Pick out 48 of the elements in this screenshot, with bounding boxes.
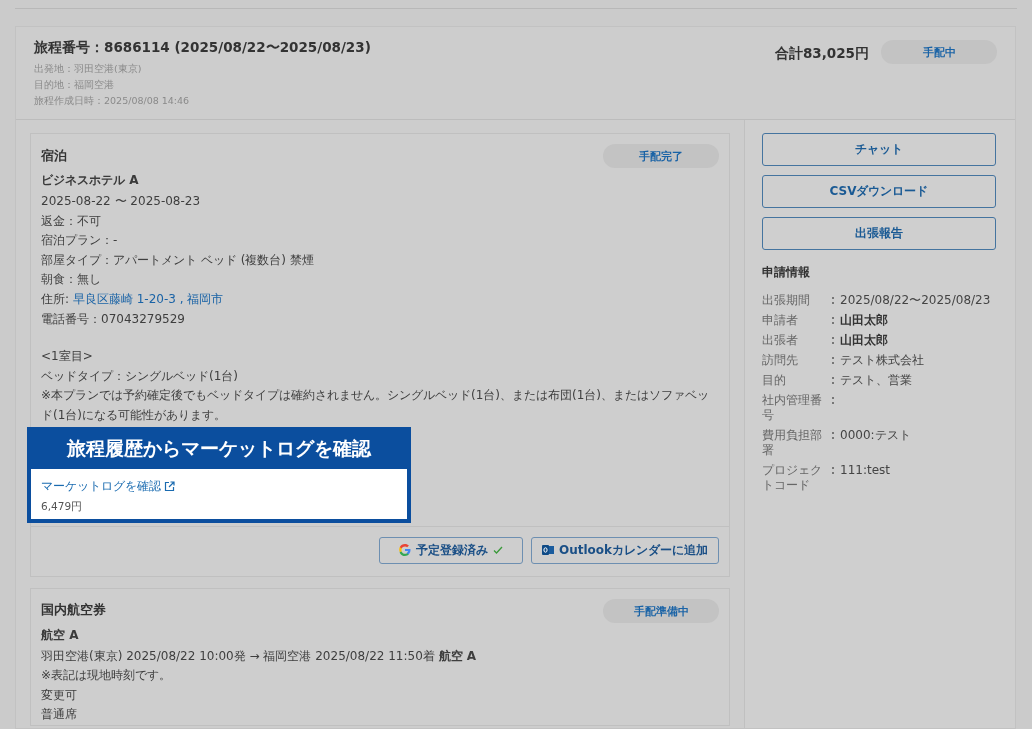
market-log-link[interactable]: マーケットログを確認 [41, 479, 175, 494]
info-value: 111:test [840, 463, 890, 479]
detail-line: 2025-08-22 〜 2025-08-23 [41, 193, 202, 210]
info-label: 申請者 [762, 313, 799, 328]
callout-title: 旅程履歴からマーケットログを確認 [66, 436, 373, 461]
itinerary-title: 旅程番号：8686114 (2025/08/22〜2025/08/23) [34, 39, 371, 57]
info-title: 申請情報 [762, 264, 811, 281]
info-label: 費用負担部署 [762, 428, 823, 458]
info-value: 2025/08/22〜2025/08/23 [840, 293, 991, 308]
outlook-calendar-button[interactable]: Outlookカレンダーに追加 [530, 536, 719, 564]
section-title: 宿泊 [41, 147, 67, 165]
detail-line: 返金：不可 [41, 212, 102, 230]
info-value: テスト株式会社 [840, 353, 924, 368]
detail-line: 電話番号：07043279529 [41, 310, 186, 328]
info-value: テスト、営業 [840, 373, 912, 388]
detail-line: ベッドタイプ：シングルベッド(1台) [41, 367, 239, 385]
info-label: 訪問先 [762, 353, 799, 368]
info-label: プロジェクトコード [762, 463, 823, 493]
detail-line: 部屋タイプ：アパートメント ベッド (複数台) 禁煙 [41, 251, 315, 269]
detail-line: ※本プランでは予約確定後でもベッドタイプは確約されません。シングルベッド(1台)、または布団(1台)、またはソファベッド(1台)になる可能性があります。 [41, 387, 711, 424]
info-label: 目的 [762, 373, 787, 388]
total-price: 合計83,025円 [774, 44, 869, 63]
detail-line: 朝食：無し [41, 271, 102, 289]
info-label: 出張者 [762, 333, 799, 348]
price-text: 6,479円 [41, 500, 84, 514]
info-label: 出張期間 [762, 293, 811, 308]
info-value: 山田太郎 [840, 333, 888, 348]
detail-line: <1室目> [41, 348, 94, 366]
address-link[interactable]: 早良区藤崎 1-20-3 , 福岡市 [72, 291, 224, 306]
info-value: 0000:テスト [840, 428, 911, 444]
hotel-name: ビジネスホテル A [41, 172, 140, 189]
detail-line: 宿泊プラン：- [41, 232, 119, 250]
detail-line: 羽田空港(東京) 2025/08/22 10:00発 → 福岡空港 2025/08/22 11:50着 航空 A [41, 647, 478, 665]
status-badge: 手配中 [881, 40, 997, 64]
google-calendar-button[interactable]: 予定登録済み [378, 536, 523, 564]
info-label: 社内管理番号 [762, 393, 823, 423]
detail-line: 変更可 [41, 686, 78, 704]
status-badge: 手配完了 [603, 144, 719, 168]
action-button[interactable]: チャット [762, 133, 996, 166]
action-button[interactable]: 出張報告 [762, 217, 996, 250]
address-label: 住所: [41, 291, 71, 306]
detail-line: 普通席 [41, 706, 78, 724]
status-badge: 手配準備中 [603, 598, 719, 623]
section-title: 国内航空券 [41, 602, 106, 620]
action-button[interactable]: CSVダウンロード [762, 175, 996, 208]
detail-line: ※表記は現地時刻です。 [41, 667, 173, 685]
airline-name: 航空 A [41, 626, 80, 644]
info-value: 山田太郎 [840, 313, 888, 328]
